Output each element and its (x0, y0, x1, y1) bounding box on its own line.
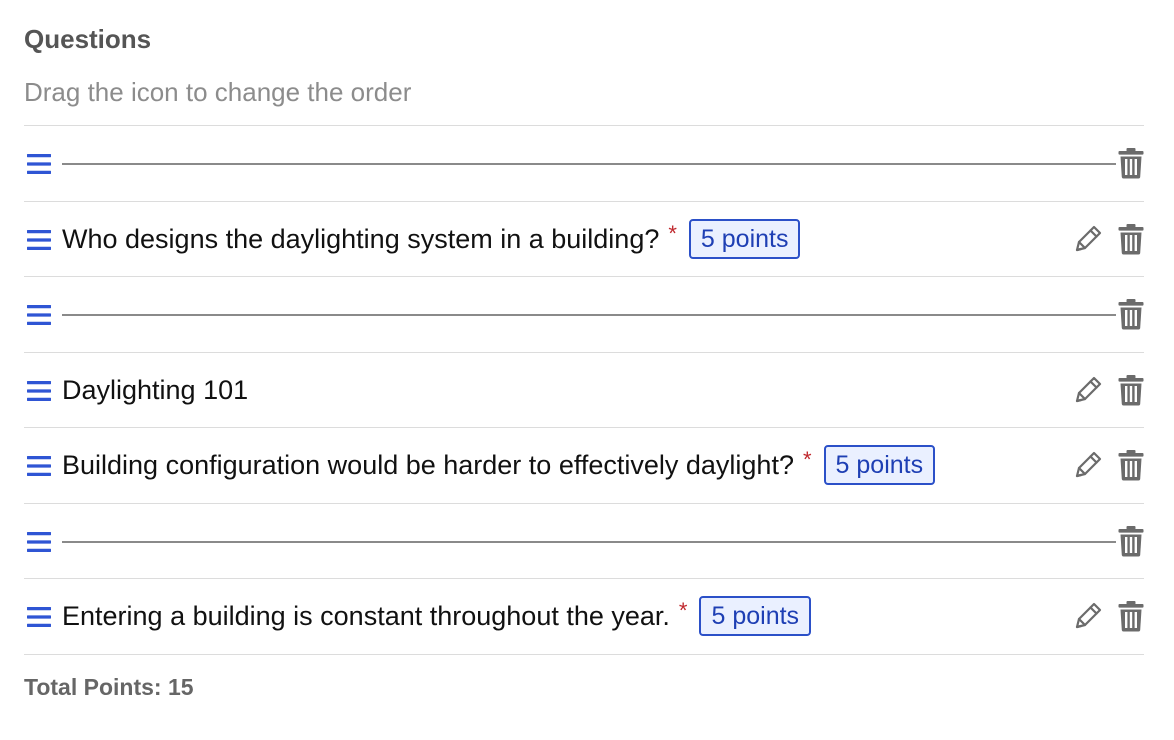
question-row: Who designs the daylighting system in a … (24, 202, 1144, 277)
trash-icon[interactable] (1118, 449, 1144, 481)
divider-line (62, 163, 1116, 166)
required-marker: * (678, 598, 688, 624)
trash-icon[interactable] (1118, 600, 1144, 632)
required-marker: * (802, 447, 812, 473)
row-actions (1118, 126, 1144, 201)
section-row: Daylighting 101 (24, 353, 1144, 428)
drag-handle-icon[interactable] (26, 303, 54, 329)
row-actions (1072, 353, 1144, 428)
points-badge: 5 points (688, 218, 801, 259)
trash-icon[interactable] (1118, 223, 1144, 255)
drag-handle-icon[interactable] (26, 379, 54, 405)
drag-handle-icon[interactable] (26, 454, 54, 480)
drag-handle-icon[interactable] (26, 605, 54, 631)
points-badge: 5 points (823, 445, 936, 486)
row-actions (1072, 202, 1144, 277)
required-marker: * (668, 220, 677, 246)
divider-row (24, 126, 1144, 202)
drag-handle-icon[interactable] (26, 228, 54, 254)
trash-icon[interactable] (1118, 374, 1144, 406)
question-row: Building configuration would be harder t… (24, 428, 1144, 504)
total-points: Total Points: 15 (24, 673, 194, 700)
question-text: Entering a building is constant througho… (62, 601, 670, 632)
question-list: Who designs the daylighting system in a … (24, 125, 1144, 655)
question-row: Entering a building is constant througho… (24, 579, 1144, 655)
pencil-icon[interactable] (1072, 449, 1104, 481)
section-title-text: Daylighting 101 (62, 374, 249, 405)
questions-panel: Questions Drag the icon to change the or… (0, 0, 1174, 701)
divider-row (24, 277, 1144, 353)
row-actions (1072, 428, 1144, 503)
row-actions (1118, 277, 1144, 352)
drag-instruction: Drag the icon to change the order (24, 77, 412, 107)
divider-row (24, 504, 1144, 579)
section-title: Questions (24, 24, 152, 54)
question-text: Building configuration would be harder t… (62, 450, 794, 481)
drag-handle-icon[interactable] (26, 152, 54, 178)
drag-handle-icon[interactable] (26, 530, 54, 556)
divider-line (62, 540, 1116, 543)
divider-line (62, 314, 1116, 317)
pencil-icon[interactable] (1072, 600, 1104, 632)
trash-icon[interactable] (1118, 525, 1144, 557)
question-text: Who designs the daylighting system in a … (62, 223, 660, 254)
pencil-icon[interactable] (1072, 374, 1104, 406)
points-badge: 5 points (699, 596, 812, 637)
pencil-icon[interactable] (1072, 223, 1104, 255)
row-actions (1118, 504, 1144, 579)
trash-icon[interactable] (1118, 298, 1144, 330)
row-actions (1072, 579, 1144, 654)
trash-icon[interactable] (1118, 147, 1144, 179)
